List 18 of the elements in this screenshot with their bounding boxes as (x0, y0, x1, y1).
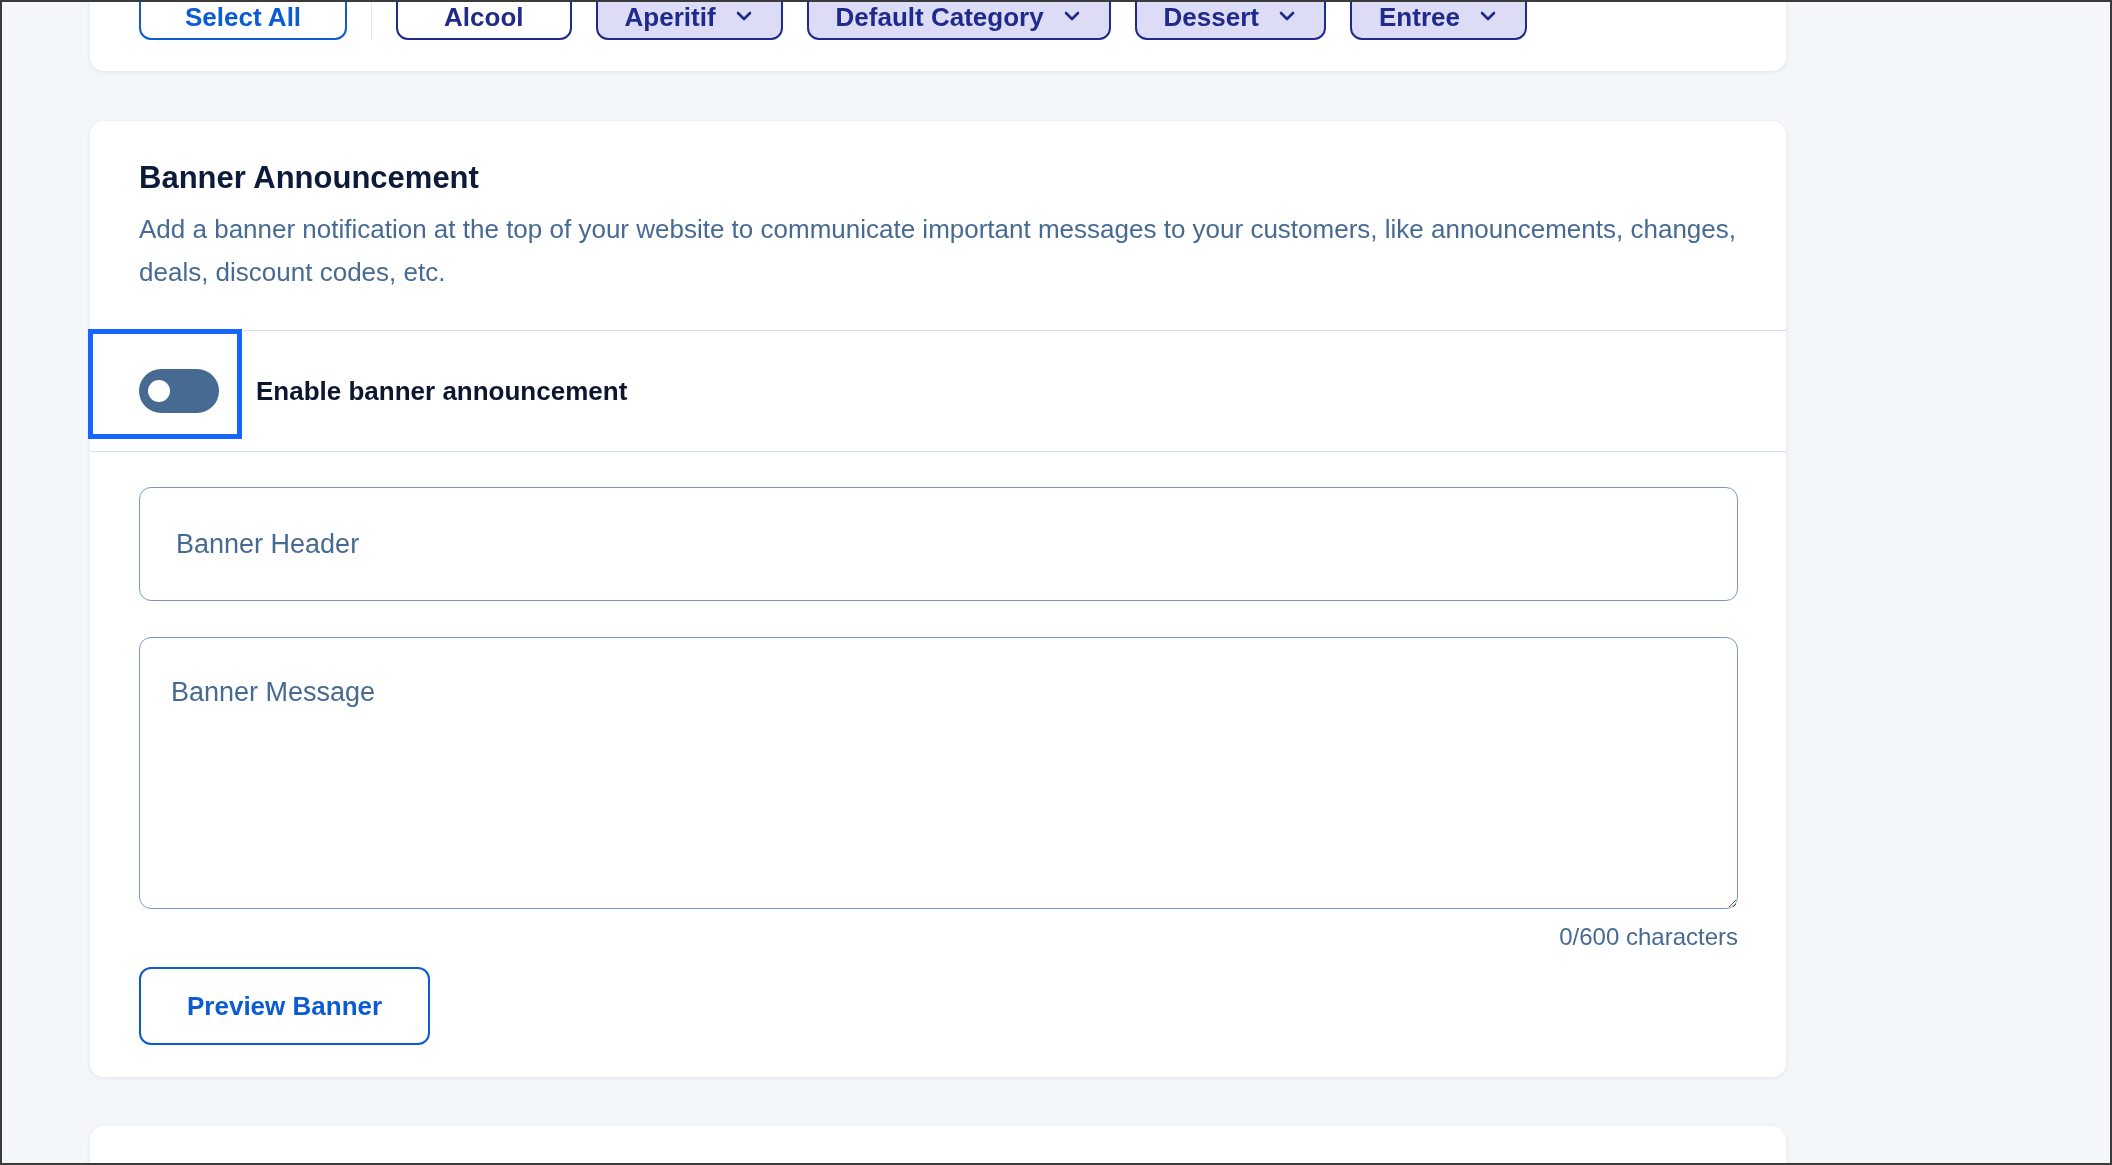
banner-message-field[interactable]: Banner Message (139, 637, 1738, 909)
chevron-down-icon (735, 11, 752, 21)
preview-banner-button[interactable]: Preview Banner (139, 967, 431, 1045)
section-title: Banner Announcement (139, 159, 480, 197)
category-button[interactable]: Entree (1350, 2, 1527, 40)
chevron-down-icon (1279, 11, 1295, 21)
character-count: 0/600 characters (1559, 923, 1738, 951)
category-button[interactable]: Default Category (806, 2, 1111, 40)
toggle-label: Enable banner announcement (256, 375, 628, 407)
toggle-switch[interactable] (139, 369, 219, 413)
category-button[interactable]: Aperitif (595, 2, 783, 40)
section-description: Add a banner notification at the top of your website to communicate important messages to your customers, like announcements, changes, deals, discount codes, etc. (139, 213, 1737, 289)
chevron-down-icon (1479, 11, 1496, 21)
select-all-button[interactable]: Select All (139, 2, 348, 40)
banner-header-field[interactable]: Banner Header (139, 487, 1738, 601)
category-button[interactable]: Alcool (396, 2, 572, 40)
category-button[interactable]: Dessert (1134, 2, 1326, 40)
chevron-down-icon (1063, 11, 1080, 21)
